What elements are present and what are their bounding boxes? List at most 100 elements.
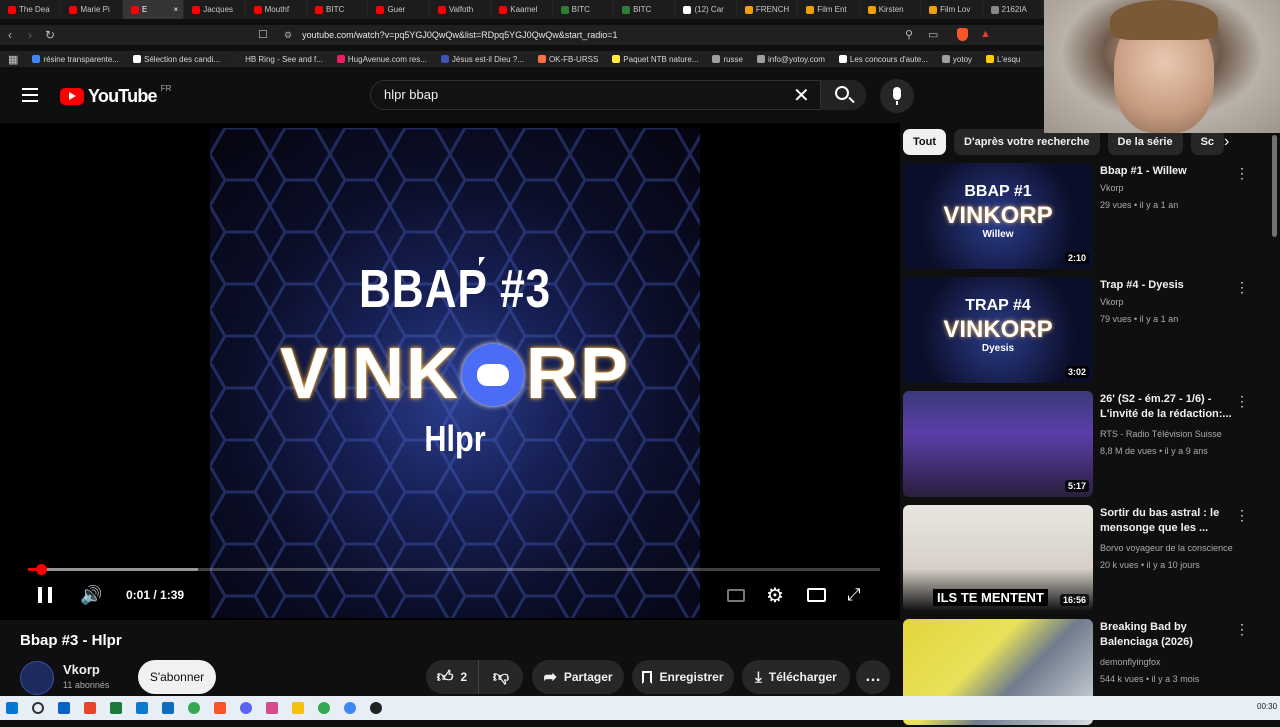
more-vertical-icon[interactable]: ⋮ [1235,279,1249,296]
bookmark-item[interactable]: HB Ring - See and f... [234,55,323,64]
bookmark-item[interactable]: L'esqu [986,55,1020,64]
browser-tab[interactable]: BITC [614,0,676,19]
browser-tab[interactable]: Valfoth [430,0,492,19]
recommended-video[interactable]: 5:17 26' (S2 - ém.27 - 1/6) - L'invité de… [903,391,1263,499]
site-info-icon[interactable]: ⚙ [284,30,292,41]
search-input[interactable]: hlpr bbap [384,87,438,102]
recommended-video[interactable]: TRAP #4 VINKORP Dyesis 3:02 Trap #4 - Dyesis… [903,277,1263,385]
recommended-channel-name[interactable]: Vkorp [1100,183,1124,193]
browser-tab[interactable]: E × [122,0,185,19]
browser-tab[interactable]: BITC [553,0,615,19]
more-actions-button[interactable]: … [856,660,890,694]
bookmark-item[interactable]: Les concours d'aute... [838,55,928,64]
forward-icon[interactable]: › [20,28,40,42]
bookmark-item[interactable]: résine transparente... [32,55,119,64]
more-vertical-icon[interactable]: ⋮ [1235,507,1249,524]
settings-button[interactable]: ⚙ [766,583,784,608]
back-icon[interactable]: ‹ [0,28,20,42]
search-button[interactable] [820,80,866,110]
taskbar-app-icon[interactable] [188,702,200,714]
rewards-icon[interactable]: ▲ [980,28,991,40]
chips-next-icon[interactable]: › [1224,133,1229,151]
video-player[interactable]: BBAP #3 VINK RP Hlpr 🔊 0:01 / 1:39 ⚙ ⤢ [0,123,900,620]
taskbar-app-icon[interactable] [110,702,122,714]
bookmark-item[interactable]: Sélection des candi... [133,55,220,64]
pause-button[interactable] [38,587,52,603]
save-button[interactable]: Enregistrer [632,660,734,694]
reload-icon[interactable]: ↻ [40,28,60,42]
browser-tab[interactable]: (12) Car [675,0,737,19]
more-vertical-icon[interactable]: ⋮ [1235,393,1249,410]
browser-tab[interactable]: Guer [368,0,430,19]
recommended-video[interactable]: BBAP #1 VINKORP Willew 2:10 Bbap #1 - Willew… [903,163,1263,271]
recommended-channel-name[interactable]: Vkorp [1100,297,1124,307]
brave-shield-icon[interactable] [957,28,968,41]
bookmark-item[interactable]: yotoy [941,55,972,64]
recommended-channel-name[interactable]: demonflyingfox [1100,657,1161,667]
browser-tab[interactable]: Kaamel [491,0,553,19]
taskbar-app-icon[interactable] [136,702,148,714]
clear-search-icon[interactable]: ✕ [793,83,810,108]
taskbar-app-icon[interactable] [162,702,174,714]
browser-tab[interactable]: 2162IA [983,0,1044,19]
tab-close-icon[interactable]: × [174,5,179,14]
taskbar-search-icon[interactable] [32,702,44,714]
bookmark-item[interactable]: Paquet NTB nature... [612,55,698,64]
share-button[interactable]: ➦ Partager [532,660,624,694]
bookmark-icon[interactable]: ☐ [258,28,268,41]
progress-bar[interactable] [28,564,880,575]
taskbar-app-icon[interactable] [58,702,70,714]
theater-mode-button[interactable] [807,588,826,602]
taskbar-clock[interactable]: 00:30 [1257,702,1277,711]
taskbar-app-icon[interactable] [370,702,382,714]
voice-search-button[interactable] [880,79,914,113]
bookmark-item[interactable]: info@yotoy.com [757,55,825,64]
like-button[interactable]: 👍︎ 2 [426,660,479,694]
apps-icon[interactable]: ▦ [8,53,18,66]
menu-icon[interactable] [22,88,38,102]
volume-button[interactable]: 🔊 [80,585,102,606]
browser-tab[interactable]: Jacques [184,0,246,19]
browser-tab[interactable]: Film Ent [798,0,860,19]
scrubber-handle[interactable] [35,564,47,575]
zoom-icon[interactable]: ⚲ [905,28,913,41]
address-bar[interactable]: ⚙ youtube.com/watch?v=pq5YGJ0QwQw&list=R… [284,25,984,45]
video-thumbnail[interactable]: BBAP #1 VINKORP Willew 2:10 [903,163,1093,269]
bookmark-item[interactable]: OK-FB-URSS [537,55,598,64]
fullscreen-button[interactable]: ⤢ [847,585,861,605]
channel-name[interactable]: Vkorp [63,662,100,677]
video-frame[interactable]: BBAP #3 VINK RP Hlpr [210,128,700,618]
taskbar-app-icon[interactable] [266,702,278,714]
taskbar-app-icon[interactable] [292,702,304,714]
recommended-video-title[interactable]: 26' (S2 - ém.27 - 1/6) - L'invité de la … [1100,392,1240,422]
recommended-video-title[interactable]: Trap #4 - Dyesis [1100,278,1240,293]
taskbar-app-icon[interactable] [344,702,356,714]
windows-start-icon[interactable] [6,702,18,714]
subtitles-button[interactable] [727,589,745,602]
recommended-video[interactable]: ILS TE MENTENT 16:56 Sortir du bas astral … [903,505,1263,613]
browser-tab[interactable]: Kirsten [860,0,922,19]
browser-tab[interactable]: The Dea [0,0,62,19]
browser-tab[interactable]: Mouthf [246,0,308,19]
video-thumbnail[interactable]: ILS TE MENTENT 16:56 [903,505,1093,611]
download-button[interactable]: ⤓ Télécharger [742,660,850,694]
more-vertical-icon[interactable]: ⋮ [1235,165,1249,182]
video-thumbnail[interactable]: TRAP #4 VINKORP Dyesis 3:02 [903,277,1093,383]
taskbar-app-icon[interactable] [318,702,330,714]
recommended-video-title[interactable]: Bbap #1 - Willew [1100,164,1240,179]
youtube-logo[interactable]: YouTube FR [60,84,171,107]
taskbar-app-icon[interactable] [84,702,96,714]
bookmark-item[interactable]: HugAvenue.com res... [336,55,427,64]
dislike-button[interactable]: 👎︎ [479,660,523,694]
recommended-video-title[interactable]: Sortir du bas astral : le mensonge que l… [1100,506,1240,536]
recommended-video-title[interactable]: Breaking Bad by Balenciaga (2026) [1100,620,1240,650]
recommended-channel-name[interactable]: RTS - Radio Télévision Suisse [1100,429,1222,439]
bookmark-item[interactable]: russe [712,55,743,64]
scrollbar-thumb[interactable] [1272,135,1277,237]
cast-icon[interactable]: ▭ [928,28,938,41]
taskbar-app-icon[interactable] [240,702,252,714]
browser-tab[interactable]: BITC [307,0,369,19]
video-thumbnail[interactable]: 5:17 [903,391,1093,497]
subscribe-button[interactable]: S'abonner [138,660,216,694]
filter-chip[interactable]: Tout [903,129,947,155]
